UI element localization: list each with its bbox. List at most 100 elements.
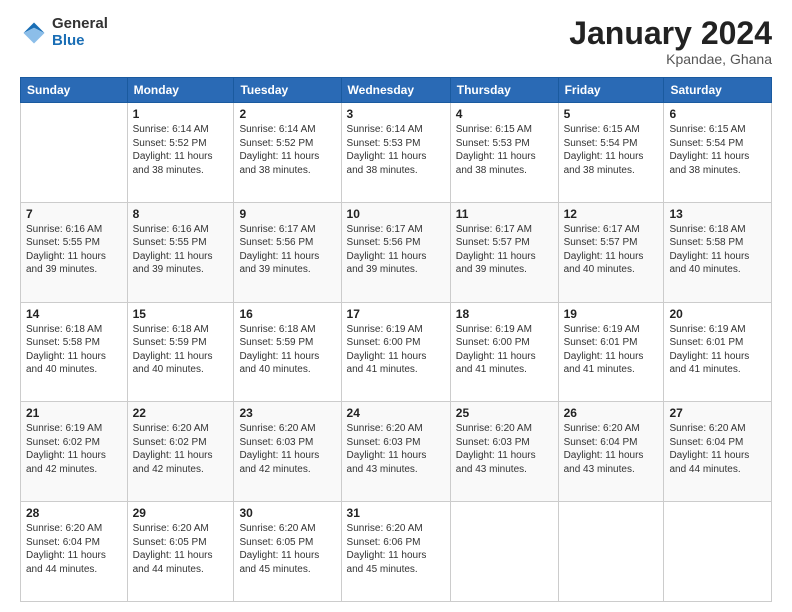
day-number: 11 [456,207,553,221]
day-number: 14 [26,307,122,321]
day-info: Sunrise: 6:18 AM Sunset: 5:58 PM Dayligh… [26,323,122,377]
day-number: 3 [347,107,445,121]
day-number: 20 [669,307,766,321]
calendar-week-row: 14 Sunrise: 6:18 AM Sunset: 5:58 PM Dayli… [21,302,772,402]
day-number: 29 [133,506,229,520]
logo-icon [20,19,48,47]
day-number: 27 [669,406,766,420]
logo-blue: Blue [52,33,108,50]
calendar-header-sunday: Sunday [21,78,128,103]
day-info: Sunrise: 6:20 AM Sunset: 6:05 PM Dayligh… [239,522,335,576]
day-info: Sunrise: 6:20 AM Sunset: 6:03 PM Dayligh… [456,422,553,476]
day-info: Sunrise: 6:16 AM Sunset: 5:55 PM Dayligh… [133,223,229,277]
calendar-cell: 3 Sunrise: 6:14 AM Sunset: 5:53 PM Daylig… [341,103,450,203]
calendar-cell: 15Sunrise: 6:18 AM Sunset: 5:59 PM Dayli… [127,302,234,402]
day-number: 2 [239,107,335,121]
day-number: 13 [669,207,766,221]
day-number: 10 [347,207,445,221]
calendar-cell [450,502,558,602]
calendar-header-friday: Friday [558,78,664,103]
calendar-cell: 14 Sunrise: 6:18 AM Sunset: 5:58 PM Dayli… [21,302,128,402]
calendar-table: SundayMondayTuesdayWednesdayThursdayFrid… [20,77,772,602]
day-number: 28 [26,506,122,520]
calendar-cell: 16 Sunrise: 6:18 AM Sunset: 5:59 PM Dayli… [234,302,341,402]
day-info: Sunrise: 6:19 AM Sunset: 6:02 PM Dayligh… [26,422,122,476]
calendar-cell: 19 Sunrise: 6:19 AM Sunset: 6:01 PM Dayli… [558,302,664,402]
calendar-cell [21,103,128,203]
day-info: Sunrise: 6:19 AM Sunset: 6:00 PM Dayligh… [347,323,445,377]
day-info: Sunrise: 6:20 AM Sunset: 6:04 PM Dayligh… [26,522,122,576]
day-info: Sunrise: 6:14 AM Sunset: 5:53 PM Dayligh… [347,123,445,177]
header: General Blue January 2024 Kpandae, Ghana [20,16,772,67]
calendar-cell: 12Sunrise: 6:17 AM Sunset: 5:57 PM Dayli… [558,202,664,302]
day-number: 6 [669,107,766,121]
day-info: Sunrise: 6:17 AM Sunset: 5:56 PM Dayligh… [347,223,445,277]
day-number: 31 [347,506,445,520]
calendar-cell: 29 Sunrise: 6:20 AM Sunset: 6:05 PM Dayli… [127,502,234,602]
day-number: 26 [564,406,659,420]
subtitle: Kpandae, Ghana [569,51,772,67]
day-info: Sunrise: 6:17 AM Sunset: 5:57 PM Dayligh… [456,223,553,277]
calendar-cell: 21 Sunrise: 6:19 AM Sunset: 6:02 PM Dayli… [21,402,128,502]
calendar-cell: 30 Sunrise: 6:20 AM Sunset: 6:05 PM Dayli… [234,502,341,602]
calendar-cell [664,502,772,602]
day-info: Sunrise: 6:14 AM Sunset: 5:52 PM Dayligh… [239,123,335,177]
calendar-cell: 20Sunrise: 6:19 AM Sunset: 6:01 PM Dayli… [664,302,772,402]
calendar-cell [558,502,664,602]
day-number: 25 [456,406,553,420]
calendar-cell: 6 Sunrise: 6:15 AM Sunset: 5:54 PM Daylig… [664,103,772,203]
calendar-cell: 28 Sunrise: 6:20 AM Sunset: 6:04 PM Dayli… [21,502,128,602]
calendar-week-row: 7 Sunrise: 6:16 AM Sunset: 5:55 PM Daylig… [21,202,772,302]
calendar-cell: 7 Sunrise: 6:16 AM Sunset: 5:55 PM Daylig… [21,202,128,302]
day-number: 1 [133,107,229,121]
day-number: 8 [133,207,229,221]
day-info: Sunrise: 6:20 AM Sunset: 6:03 PM Dayligh… [347,422,445,476]
day-info: Sunrise: 6:15 AM Sunset: 5:53 PM Dayligh… [456,123,553,177]
day-number: 9 [239,207,335,221]
calendar-cell: 8 Sunrise: 6:16 AM Sunset: 5:55 PM Daylig… [127,202,234,302]
day-info: Sunrise: 6:20 AM Sunset: 6:06 PM Dayligh… [347,522,445,576]
day-info: Sunrise: 6:20 AM Sunset: 6:02 PM Dayligh… [133,422,229,476]
day-info: Sunrise: 6:20 AM Sunset: 6:04 PM Dayligh… [669,422,766,476]
calendar-cell: 22 Sunrise: 6:20 AM Sunset: 6:02 PM Dayli… [127,402,234,502]
day-info: Sunrise: 6:16 AM Sunset: 5:55 PM Dayligh… [26,223,122,277]
day-number: 21 [26,406,122,420]
calendar-header-row: SundayMondayTuesdayWednesdayThursdayFrid… [21,78,772,103]
calendar-cell: 9 Sunrise: 6:17 AM Sunset: 5:56 PM Daylig… [234,202,341,302]
calendar-week-row: 21 Sunrise: 6:19 AM Sunset: 6:02 PM Dayli… [21,402,772,502]
calendar-header-thursday: Thursday [450,78,558,103]
day-number: 17 [347,307,445,321]
day-number: 22 [133,406,229,420]
calendar-cell: 23Sunrise: 6:20 AM Sunset: 6:03 PM Dayli… [234,402,341,502]
calendar-header-saturday: Saturday [664,78,772,103]
logo-general: General [52,16,108,33]
day-number: 30 [239,506,335,520]
calendar-header-wednesday: Wednesday [341,78,450,103]
calendar-cell: 18Sunrise: 6:19 AM Sunset: 6:00 PM Dayli… [450,302,558,402]
logo-text: General Blue [52,16,108,49]
calendar-cell: 1 Sunrise: 6:14 AM Sunset: 5:52 PM Daylig… [127,103,234,203]
day-number: 5 [564,107,659,121]
calendar-cell: 31 Sunrise: 6:20 AM Sunset: 6:06 PM Dayli… [341,502,450,602]
day-number: 18 [456,307,553,321]
day-info: Sunrise: 6:14 AM Sunset: 5:52 PM Dayligh… [133,123,229,177]
calendar-cell: 4Sunrise: 6:15 AM Sunset: 5:53 PM Daylig… [450,103,558,203]
calendar-cell: 2 Sunrise: 6:14 AM Sunset: 5:52 PM Daylig… [234,103,341,203]
day-number: 23 [239,406,335,420]
day-number: 7 [26,207,122,221]
day-info: Sunrise: 6:15 AM Sunset: 5:54 PM Dayligh… [669,123,766,177]
logo: General Blue [20,16,108,49]
day-number: 16 [239,307,335,321]
day-info: Sunrise: 6:20 AM Sunset: 6:04 PM Dayligh… [564,422,659,476]
day-info: Sunrise: 6:18 AM Sunset: 5:59 PM Dayligh… [239,323,335,377]
calendar-week-row: 1 Sunrise: 6:14 AM Sunset: 5:52 PM Daylig… [21,103,772,203]
day-info: Sunrise: 6:20 AM Sunset: 6:05 PM Dayligh… [133,522,229,576]
day-info: Sunrise: 6:19 AM Sunset: 6:01 PM Dayligh… [564,323,659,377]
calendar-cell: 11 Sunrise: 6:17 AM Sunset: 5:57 PM Dayli… [450,202,558,302]
calendar-cell: 25 Sunrise: 6:20 AM Sunset: 6:03 PM Dayli… [450,402,558,502]
day-number: 24 [347,406,445,420]
day-number: 19 [564,307,659,321]
calendar-cell: 17 Sunrise: 6:19 AM Sunset: 6:00 PM Dayli… [341,302,450,402]
day-info: Sunrise: 6:17 AM Sunset: 5:56 PM Dayligh… [239,223,335,277]
calendar-header-monday: Monday [127,78,234,103]
